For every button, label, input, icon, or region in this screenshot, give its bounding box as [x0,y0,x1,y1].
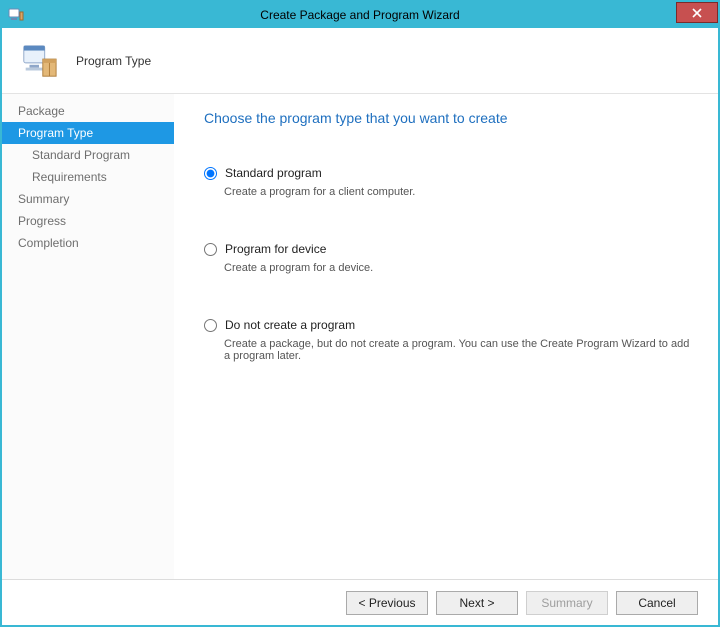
cancel-button[interactable]: Cancel [616,591,698,615]
option-label: Do not create a program [225,318,355,332]
option-program-for-device-row[interactable]: Program for device [204,242,696,256]
sidebar-item-package[interactable]: Package [2,100,174,122]
radio-do-not-create[interactable] [204,319,217,332]
content-heading: Choose the program type that you want to… [204,110,696,126]
radio-program-for-device[interactable] [204,243,217,256]
next-button[interactable]: Next > [436,591,518,615]
sidebar-item-requirements[interactable]: Requirements [2,166,174,188]
close-button[interactable] [676,2,718,23]
previous-button[interactable]: < Previous [346,591,428,615]
option-desc: Create a program for a device. [224,262,696,274]
sidebar-item-standard-program[interactable]: Standard Program [2,144,174,166]
radio-standard-program[interactable] [204,167,217,180]
header-title: Program Type [76,54,151,68]
wizard-window: Create Package and Program Wizard Progra… [0,0,720,627]
option-do-not-create: Do not create a program Create a package… [204,318,696,362]
window-title: Create Package and Program Wizard [260,8,459,22]
option-program-for-device: Program for device Create a program for … [204,242,696,274]
option-standard-program-row[interactable]: Standard program [204,166,696,180]
package-icon [20,41,58,81]
content-area: Choose the program type that you want to… [174,94,718,579]
sidebar: Package Program Type Standard Program Re… [2,94,174,579]
sidebar-item-progress[interactable]: Progress [2,210,174,232]
system-icon [8,6,24,22]
wizard-body: Package Program Type Standard Program Re… [2,94,718,579]
sidebar-item-summary[interactable]: Summary [2,188,174,210]
wizard-header: Program Type [2,28,718,94]
option-label: Program for device [225,242,326,256]
option-label: Standard program [225,166,322,180]
summary-button: Summary [526,591,608,615]
footer: < Previous Next > Summary Cancel [2,579,718,625]
option-standard-program: Standard program Create a program for a … [204,166,696,198]
sidebar-item-completion[interactable]: Completion [2,232,174,254]
option-desc: Create a package, but do not create a pr… [224,338,696,362]
sidebar-item-program-type[interactable]: Program Type [2,122,174,144]
option-desc: Create a program for a client computer. [224,186,696,198]
titlebar: Create Package and Program Wizard [2,2,718,28]
option-do-not-create-row[interactable]: Do not create a program [204,318,696,332]
